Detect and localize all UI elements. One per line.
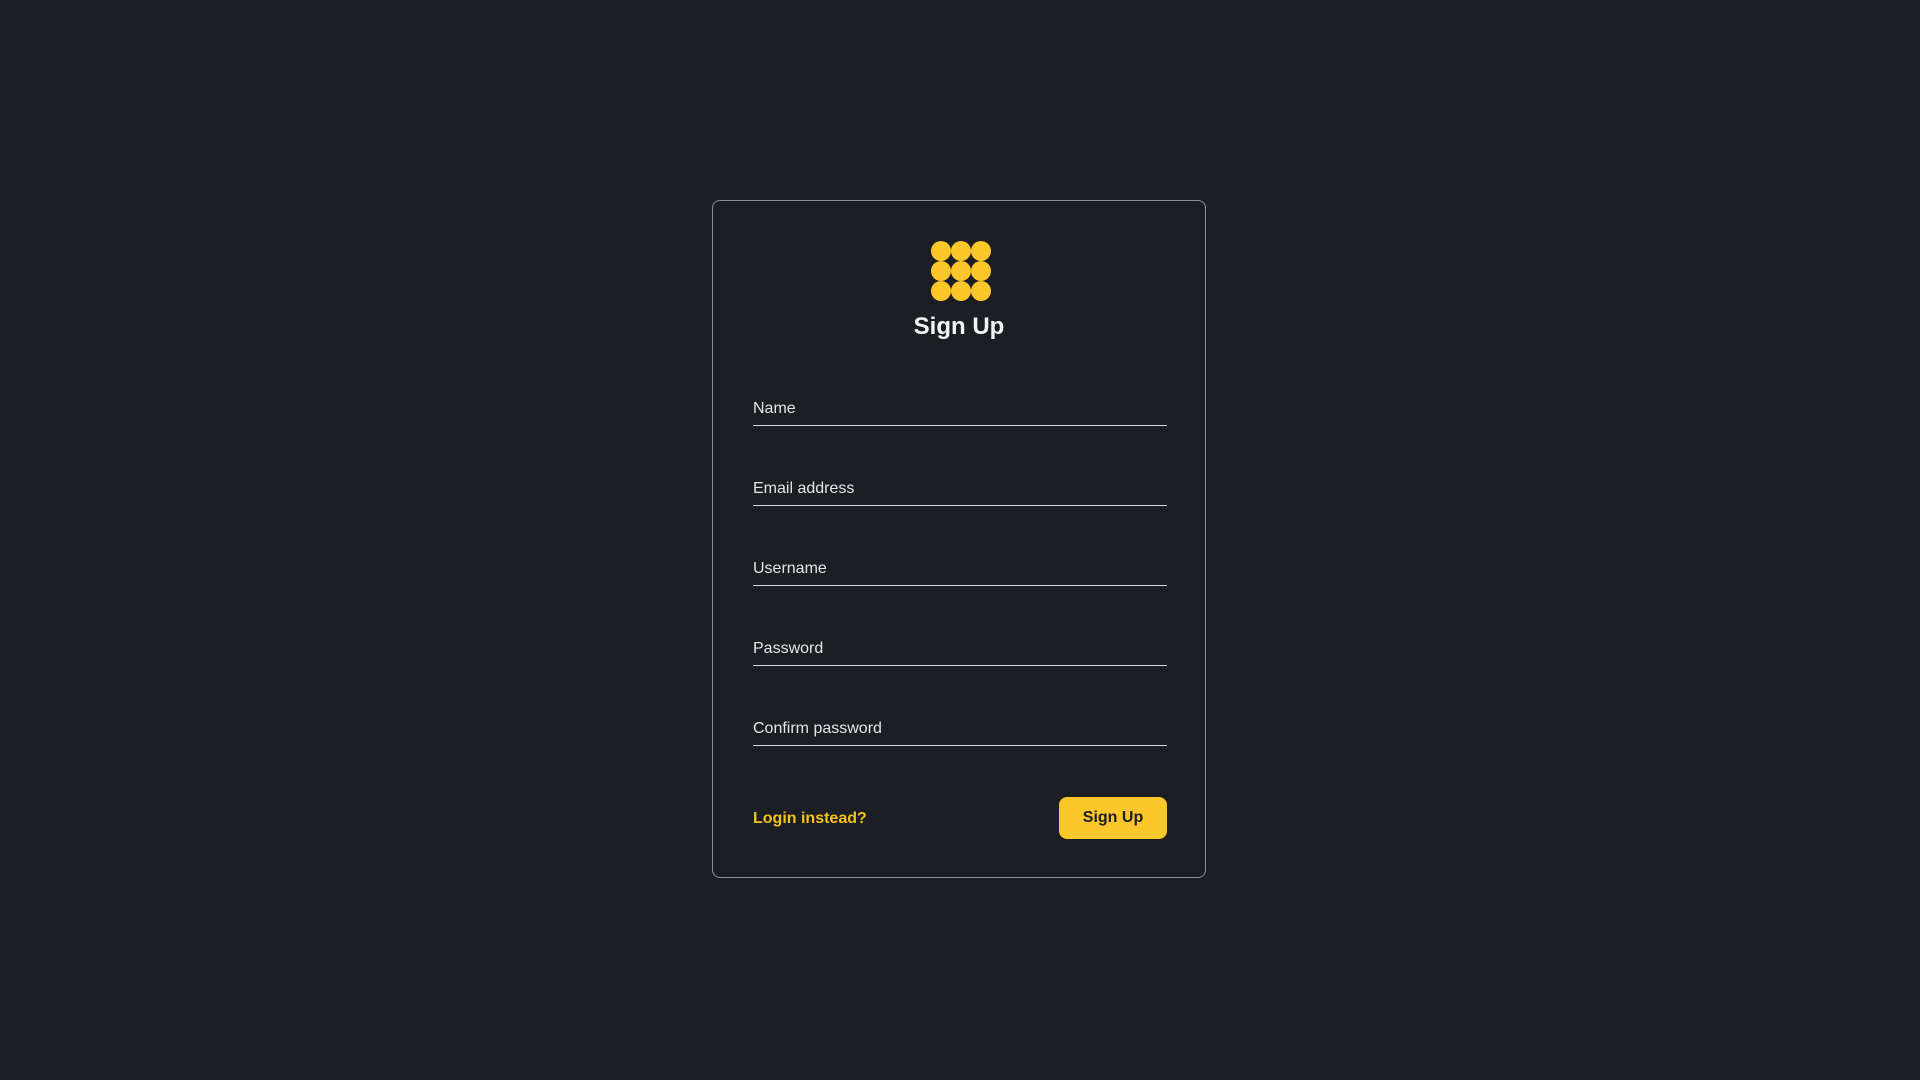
name-input[interactable] — [753, 396, 1167, 422]
signup-page: Sign Up Login instead? Sign Up — [0, 0, 1920, 1080]
username-field — [753, 549, 1167, 586]
page-title: Sign Up — [913, 313, 1005, 340]
email-input[interactable] — [753, 476, 1167, 502]
confirm-password-input[interactable] — [753, 716, 1167, 742]
signup-card: Sign Up Login instead? Sign Up — [712, 200, 1206, 878]
confirm-password-field — [753, 709, 1167, 746]
login-instead-link[interactable]: Login instead? — [753, 807, 867, 831]
username-input[interactable] — [753, 556, 1167, 582]
sign-up-button[interactable]: Sign Up — [1059, 797, 1167, 839]
password-input[interactable] — [753, 636, 1167, 662]
password-field — [753, 629, 1167, 666]
name-field — [753, 389, 1167, 426]
email-field — [753, 469, 1167, 506]
nine-dot-grid-logo-icon — [931, 241, 991, 301]
